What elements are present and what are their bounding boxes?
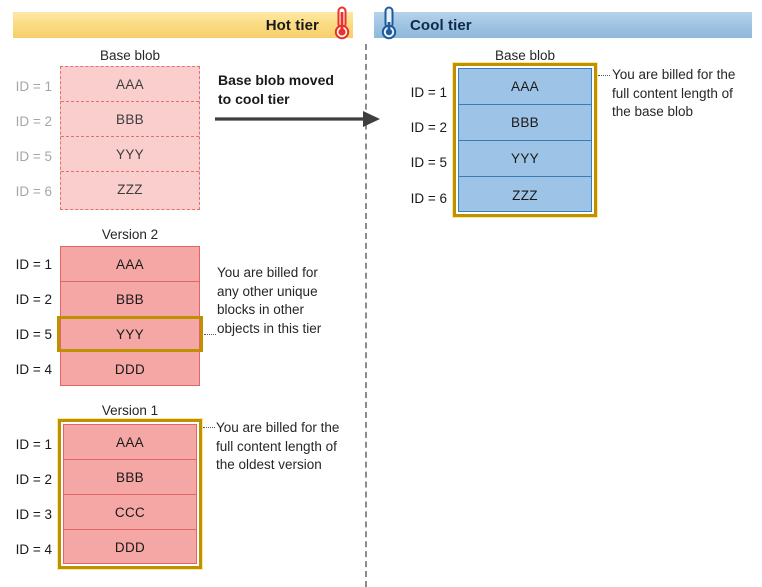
annotation-line: You are billed for the — [216, 420, 340, 435]
hot-version2-leader — [204, 334, 216, 335]
hot-version2-title: Version 2 — [101, 227, 159, 242]
annotation-line: You are billed for — [217, 265, 318, 280]
annotation-line: blocks in other — [217, 302, 305, 317]
hot-version2-table: AAA BBB YYY DDD — [60, 246, 200, 386]
table-row: AAA — [64, 425, 196, 460]
table-row: BBB — [61, 282, 199, 317]
table-row: BBB — [459, 105, 591, 141]
transition-label-line2: to cool tier — [218, 91, 290, 107]
cool-tier-header: Cool tier — [374, 12, 752, 38]
hot-version2-annotation: You are billed for any other unique bloc… — [217, 264, 347, 338]
hot-base-blob-id-3: ID = 5 — [15, 149, 52, 164]
table-row: YYY — [61, 317, 199, 352]
table-row: DDD — [114, 540, 146, 555]
right-arrow-icon — [215, 111, 380, 127]
hot-version1-id-2: ID = 2 — [15, 472, 52, 487]
hot-version1-id-3: ID = 3 — [15, 507, 52, 522]
hot-base-blob-id-1: ID = 1 — [15, 79, 52, 94]
hot-version2-id-4: ID = 4 — [15, 362, 52, 377]
thermometer-hot-icon — [334, 6, 350, 40]
hot-version2-id-1: ID = 1 — [15, 257, 52, 272]
cool-base-blob-id-2: ID = 2 — [410, 120, 447, 135]
table-row: CCC — [64, 495, 196, 530]
annotation-line: You are billed for the — [612, 67, 736, 82]
annotation-line: any other unique — [217, 283, 318, 299]
hot-tier-header: Hot tier — [13, 12, 353, 38]
table-row: AAA — [61, 247, 199, 282]
hot-version2-id-2: ID = 2 — [15, 292, 52, 307]
cool-base-blob-id-4: ID = 6 — [410, 191, 447, 206]
cool-base-blob-title: Base blob — [494, 48, 556, 63]
table-row: BBB — [61, 102, 199, 137]
hot-version1-title: Version 1 — [101, 403, 159, 418]
annotation-line: the base blob — [612, 104, 694, 119]
table-row: YYY — [459, 141, 591, 177]
table-row: AAA — [61, 67, 199, 102]
cool-base-blob-leader — [598, 75, 610, 76]
cool-base-blob-annotation: You are billed for the full content leng… — [612, 66, 762, 122]
transition-label: Base blob moved to cool tier — [218, 71, 334, 109]
annotation-line: full content length of — [216, 438, 337, 454]
cool-base-blob-id-1: ID = 1 — [410, 85, 447, 100]
annotation-line: the oldest version — [216, 457, 322, 472]
transition-label-line1: Base blob moved — [218, 72, 334, 88]
hot-version1-table: AAA BBB CCC DDD — [63, 424, 197, 564]
table-row: BBB — [64, 460, 196, 495]
hot-base-blob-table: AAA BBB YYY ZZZ — [60, 66, 200, 210]
cool-base-blob-id-3: ID = 5 — [410, 155, 447, 170]
cool-base-blob-table: AAA BBB YYY ZZZ — [458, 68, 592, 212]
hot-base-blob-title: Base blob — [99, 48, 161, 63]
annotation-line: objects in this tier — [217, 320, 322, 336]
annotation-line: full content length of — [612, 85, 733, 101]
hot-base-blob-id-4: ID = 6 — [15, 184, 52, 199]
hot-version1-id-4: ID = 4 — [15, 542, 52, 557]
hot-version2-id-3: ID = 5 — [15, 327, 52, 342]
hot-base-blob-id-2: ID = 2 — [15, 114, 52, 129]
table-row: AAA — [459, 69, 591, 105]
hot-version1-id-1: ID = 1 — [15, 437, 52, 452]
table-row: DDD — [114, 362, 146, 377]
hot-version1-annotation: You are billed for the full content leng… — [216, 419, 366, 475]
table-row: YYY — [61, 137, 199, 172]
hot-version1-leader — [203, 427, 215, 428]
thermometer-cool-icon — [381, 6, 397, 40]
table-row: ZZZ — [512, 187, 538, 203]
table-row: ZZZ — [117, 182, 143, 197]
